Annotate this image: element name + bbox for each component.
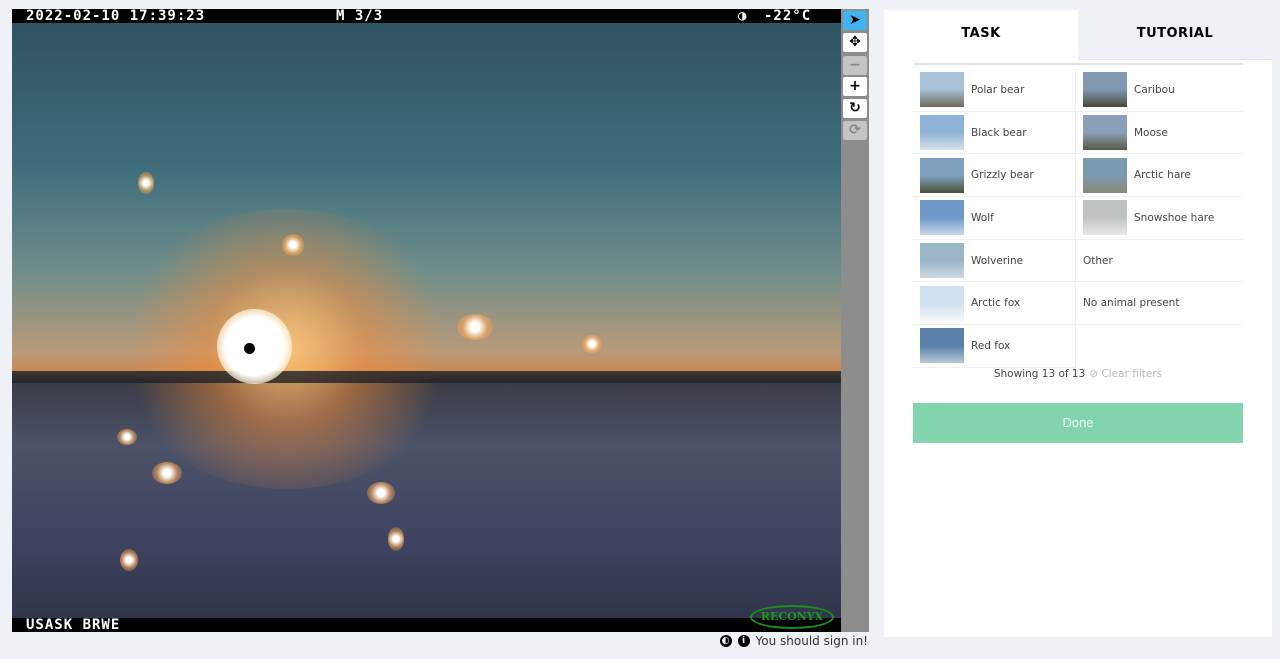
choice-label: Arctic hare [1134, 169, 1191, 182]
choice-polar-bear[interactable]: Polar bear [913, 69, 1076, 112]
temperature: -22°C [764, 9, 812, 24]
camera-id: USASK BRWE [26, 617, 121, 632]
choice-black-bear[interactable]: Black bear [913, 111, 1076, 155]
choice-label: Red fox [971, 339, 1011, 352]
choice-label: Other [1083, 254, 1113, 267]
choice-label: Moose [1134, 126, 1168, 139]
lens-flare [367, 482, 395, 504]
half-moon-icon: ◑ [738, 9, 748, 24]
choice-thumbnail [920, 328, 964, 364]
footer: ◐ i You should sign in! [719, 634, 868, 648]
choice-label: No animal present [1083, 297, 1180, 310]
clear-filters-button[interactable]: ⊘ Clear filters [1089, 368, 1162, 380]
choice-label: Wolverine [971, 254, 1024, 267]
sign-in-message[interactable]: You should sign in! [756, 634, 868, 648]
zoom-in-button[interactable]: + [843, 77, 867, 96]
showing-count: Showing 13 of 13 [993, 368, 1086, 380]
choice-red-fox[interactable]: Red fox [913, 325, 1076, 368]
choice-label: Grizzly bear [971, 169, 1034, 182]
reset-button[interactable]: ⟳ [843, 121, 867, 140]
lens-flare [457, 314, 493, 340]
timestamp: 2022-02-10 17:39:23 [26, 9, 206, 24]
choice-no-animal-present[interactable]: No animal present [1076, 282, 1243, 326]
lens-flare [282, 234, 304, 256]
choice-label: Arctic fox [971, 297, 1021, 310]
choice-caribou[interactable]: Caribou [1076, 69, 1243, 112]
zoom-out-button[interactable]: − [843, 56, 867, 75]
lens-flare [138, 172, 154, 194]
lens-flare [152, 462, 182, 484]
theme-toggle-icon[interactable]: ◐ [719, 635, 732, 647]
reconyx-logo: RECONYX [750, 605, 834, 629]
pointer-tool-button[interactable]: ➤ [843, 11, 867, 30]
photo-info-bar: 2022-02-10 17:39:23 M 3/3 ◑ -22°C [12, 9, 841, 23]
choice-thumbnail [920, 243, 964, 279]
choice-label: Black bear [971, 126, 1027, 139]
choice-label: Wolf [971, 211, 994, 224]
lens-flare [117, 429, 137, 445]
image-toolbar: ➤ ✥ − + ↻ ⟳ [841, 9, 869, 632]
choice-thumbnail [920, 157, 964, 193]
choice-arctic-fox[interactable]: Arctic fox [913, 282, 1076, 326]
choice-thumbnail [920, 72, 964, 108]
choice-label: Snowshoe hare [1134, 211, 1215, 224]
choice-thumbnail [920, 200, 964, 236]
choice-other[interactable]: Other [1076, 240, 1243, 283]
choice-thumbnail [1083, 200, 1127, 236]
lens-flare [388, 527, 404, 551]
tab-task[interactable]: TASK [884, 10, 1078, 60]
choice-thumbnail [920, 285, 964, 321]
choice-wolf[interactable]: Wolf [913, 197, 1076, 240]
choice-grizzly-bear[interactable]: Grizzly bear [913, 154, 1076, 198]
move-tool-button[interactable]: ✥ [843, 33, 867, 52]
frame-counter: M 3/3 [336, 9, 384, 24]
choice-thumbnail [1083, 115, 1127, 151]
info-icon[interactable]: i [737, 635, 750, 647]
divider [913, 63, 1243, 65]
subject-image[interactable]: 2022-02-10 17:39:23 M 3/3 ◑ -22°C USASK … [12, 9, 841, 632]
rotate-button[interactable]: ↻ [843, 99, 867, 118]
empty-cell [1076, 325, 1243, 368]
choice-thumbnail [1083, 157, 1127, 193]
choice-thumbnail [1083, 72, 1127, 108]
choice-moose[interactable]: Moose [1076, 112, 1243, 155]
done-button[interactable]: Done [913, 403, 1243, 443]
sun-spot [244, 343, 255, 354]
choice-arctic-hare[interactable]: Arctic hare [1076, 154, 1243, 198]
lens-flare [120, 549, 138, 571]
filter-status: Showing 13 of 13 ⊘ Clear filters [884, 368, 1272, 380]
lens-flare [582, 335, 602, 353]
choice-label: Caribou [1134, 83, 1175, 96]
treeline [12, 371, 841, 383]
species-choices: Polar bear Caribou Black bear Moose Grizzly … [913, 69, 1243, 368]
choice-wolverine[interactable]: Wolverine [913, 239, 1076, 283]
choice-snowshoe-hare[interactable]: Snowshoe hare [1076, 197, 1243, 240]
photo-camera-bar: USASK BRWE [12, 618, 841, 632]
task-panel: TASK TUTORIAL Polar bear Caribou Black bea… [884, 10, 1272, 637]
choice-thumbnail [920, 115, 964, 151]
choice-label: Polar bear [971, 83, 1025, 96]
tab-tutorial[interactable]: TUTORIAL [1078, 10, 1272, 60]
scrollbar[interactable] [1272, 10, 1280, 637]
